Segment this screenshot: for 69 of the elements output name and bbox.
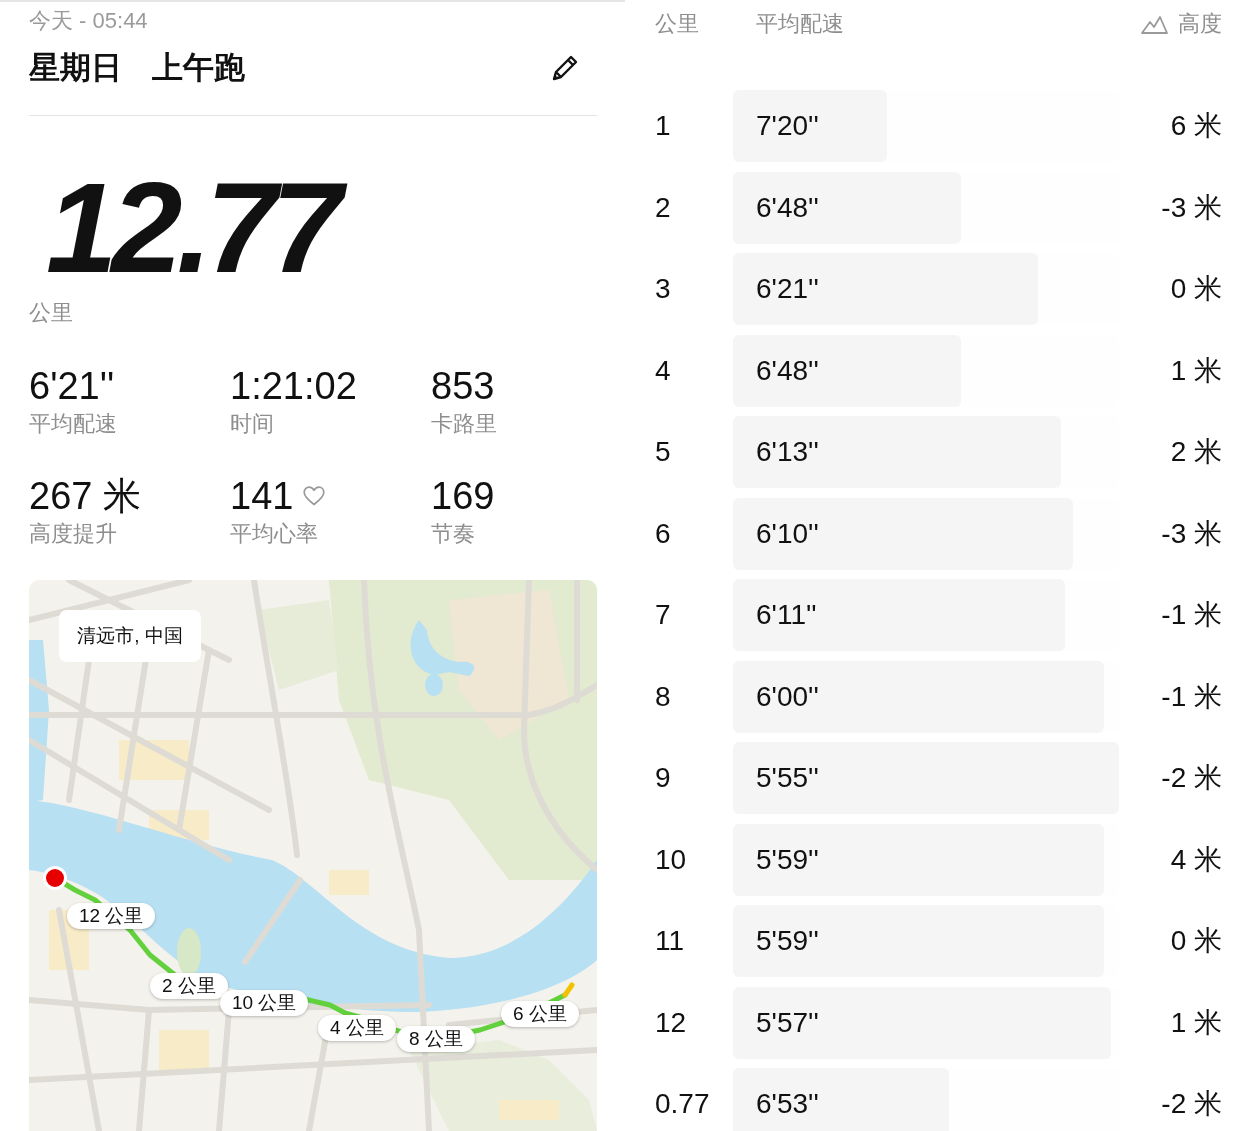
pace-value: 5'55'' [756, 762, 819, 794]
stat-value: 267 米 [29, 474, 141, 518]
pace-value: 6'48'' [756, 354, 819, 387]
column-header: 平均配速 [756, 10, 844, 36]
split-elevation: 2 米 [1170, 436, 1222, 468]
stat-label: 高度提升 [29, 521, 117, 547]
split-elevation: 0 米 [1170, 925, 1222, 957]
date-time: 今天 - 05:44 [29, 8, 148, 34]
km-marker: 4 公里 [318, 1015, 396, 1041]
distance-unit: 公里 [29, 300, 73, 326]
pace-value: 6'48'' [756, 191, 819, 224]
split-elevation: -2 米 [1161, 1088, 1222, 1120]
split-km: 2 [655, 191, 671, 223]
pencil-icon [550, 53, 580, 83]
split-elevation: -3 米 [1161, 517, 1222, 550]
stat-value: 1:21:02 [230, 364, 357, 408]
split-km: 11 [655, 925, 685, 956]
pace-value: 6'10'' [756, 517, 819, 550]
split-elevation: -1 米 [1161, 680, 1222, 713]
km-marker: 10 公里 [220, 990, 309, 1016]
split-elevation: 4 米 [1170, 843, 1222, 876]
stat-label: 时间 [230, 411, 274, 437]
split-km: 6 [655, 517, 671, 549]
split-elevation: 1 米 [1170, 354, 1222, 387]
pace-value: 6'13'' [756, 436, 819, 468]
split-elevation: -2 米 [1161, 762, 1222, 794]
split-km: 10 [655, 843, 687, 875]
pace-value: 6'53'' [756, 1088, 819, 1120]
km-marker: 12 公里 [67, 903, 156, 929]
pace-value: 6'00'' [756, 680, 819, 713]
edit-button[interactable] [550, 53, 580, 83]
stat-label: 平均心率 [230, 521, 318, 547]
stat-value: 169 [431, 474, 495, 518]
heart-icon [303, 486, 326, 506]
pace-value: 7'20'' [756, 110, 819, 142]
activity-title: 星期日 上午跑 [29, 50, 246, 86]
split-km: 0.77 [655, 1088, 710, 1119]
stat-label: 卡路里 [431, 411, 497, 437]
split-km: 5 [655, 436, 671, 467]
pace-value: 6'11'' [756, 599, 817, 631]
column-header: 公里 [655, 10, 699, 36]
km-marker: 8 公里 [397, 1026, 475, 1052]
location-label: 清远市, 中国 [59, 610, 201, 662]
split-elevation: 1 米 [1170, 1006, 1222, 1039]
split-km: 4 [655, 354, 671, 386]
mountain-icon [1141, 14, 1168, 34]
split-elevation: 0 米 [1170, 273, 1222, 305]
split-km: 8 [655, 680, 671, 712]
split-km: 1 [655, 110, 671, 141]
stat-label: 平均配速 [29, 411, 117, 437]
split-km: 9 [655, 762, 671, 793]
split-elevation: -3 米 [1161, 191, 1222, 224]
split-km: 7 [655, 599, 671, 630]
pace-value: 5'59'' [756, 843, 819, 876]
split-elevation: 6 米 [1170, 110, 1222, 142]
pace-value: 5'57'' [756, 1006, 819, 1039]
km-marker: 6 公里 [501, 1001, 579, 1027]
stat-value: 853 [431, 364, 495, 408]
distance-value: 12.77 [29, 164, 347, 292]
stat-label: 节奏 [431, 521, 475, 547]
split-km: 3 [655, 273, 671, 304]
split-km: 12 [655, 1006, 687, 1038]
split-elevation: -1 米 [1161, 599, 1222, 631]
column-header: 高度 [1178, 11, 1222, 37]
pace-value: 5'59'' [756, 925, 819, 957]
stat-value: 6'21'' [29, 364, 115, 408]
pace-value: 6'21'' [756, 273, 819, 305]
km-marker: 2 公里 [150, 973, 228, 999]
stat-value: 141 [230, 474, 294, 518]
